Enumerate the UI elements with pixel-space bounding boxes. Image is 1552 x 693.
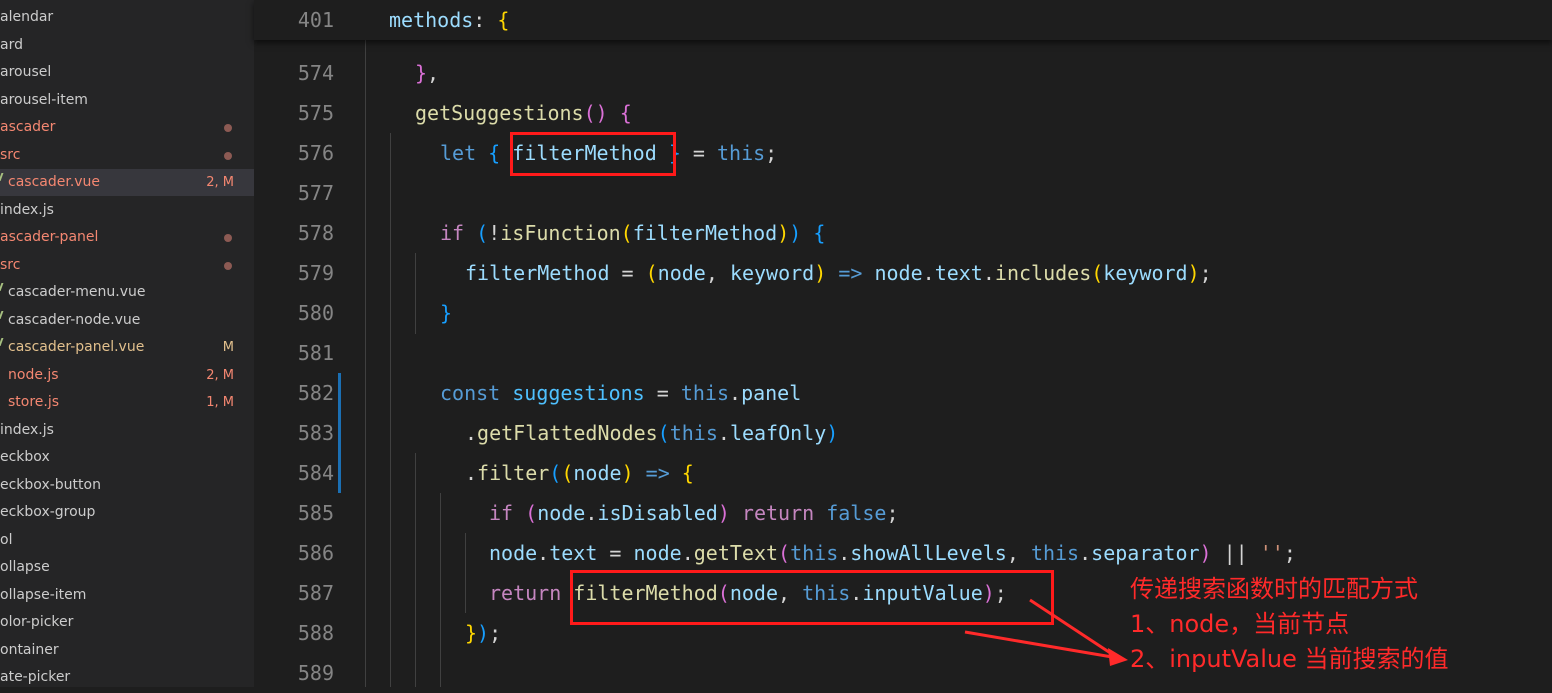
arrow-head [1108,648,1128,666]
annotation-line-2: 1、node，当前节点 [1130,610,1350,638]
annotation-note: 传递搜索函数时的匹配方式 1、node，当前节点 2、inputValue 当前… [1130,572,1449,677]
annotation-line-3: 2、inputValue 当前搜索的值 [1130,645,1449,673]
arrow-line-2 [964,630,1119,660]
annotation-line-1: 传递搜索函数时的匹配方式 [1130,575,1418,603]
